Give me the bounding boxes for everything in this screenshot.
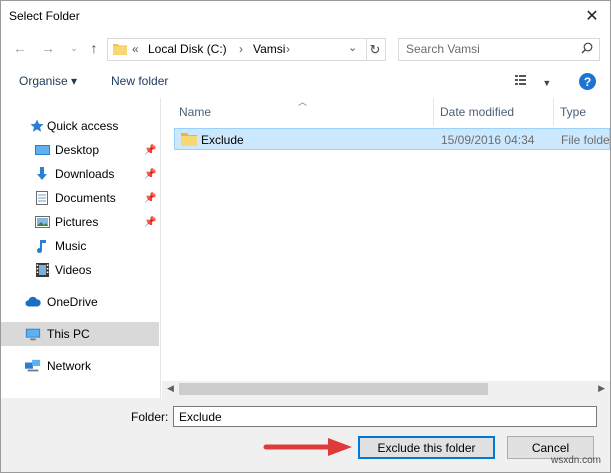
forward-button[interactable]: →: [39, 38, 57, 58]
nav-label: This PC: [47, 327, 90, 341]
nav-label: Downloads: [55, 167, 115, 181]
up-button[interactable]: ↑: [85, 38, 103, 58]
folder-icon: [113, 43, 127, 58]
watermark: wsxdn.com: [551, 455, 602, 466]
back-arrow-icon: ←: [13, 40, 27, 56]
close-button[interactable]: ✕: [574, 1, 610, 31]
sort-ascending-icon: ︿: [298, 97, 308, 107]
select-folder-dialog: Select Folder ✕ ← → ⌄ ↑ « Local Disk (C:…: [0, 0, 611, 473]
breadcrumb-local-disk[interactable]: Local Disk (C:): [148, 42, 227, 56]
file-date: 15/09/2016 04:34: [441, 133, 535, 147]
folder-label: Folder:: [131, 410, 169, 424]
pin-icon[interactable]: 📌: [144, 145, 156, 156]
nav-item-documents[interactable]: Documents 📌: [1, 187, 159, 209]
command-bar: Organise ▾ New folder ▼ ?: [1, 66, 610, 98]
recent-locations-button[interactable]: ⌄: [65, 38, 83, 58]
breadcrumb-separator: ›: [286, 42, 290, 56]
file-row[interactable]: Exclude 15/09/2016 04:34 File folder: [174, 128, 610, 150]
scroll-right-icon[interactable]: ▶: [598, 383, 605, 394]
nav-label: Network: [47, 359, 92, 373]
window-title: Select Folder: [9, 9, 80, 23]
organise-menu[interactable]: Organise ▾: [19, 74, 77, 88]
red-arrow-annotation: [263, 438, 352, 456]
desktop-icon: [34, 142, 50, 158]
pictures-icon: [34, 214, 50, 230]
column-header-date[interactable]: Date modified: [440, 98, 514, 126]
address-overflow[interactable]: «: [132, 42, 139, 56]
refresh-button[interactable]: ↻: [365, 38, 386, 61]
film-icon: [34, 262, 50, 278]
view-details-icon: [515, 75, 534, 89]
download-arrow-icon: [34, 166, 50, 182]
document-icon: [34, 190, 50, 206]
pane-divider[interactable]: [160, 98, 161, 398]
nav-item-onedrive[interactable]: OneDrive: [1, 291, 159, 313]
scrollbar-thumb[interactable]: [179, 383, 488, 395]
music-note-icon: [34, 238, 50, 254]
nav-label: OneDrive: [47, 295, 98, 309]
search-box[interactable]: Search Vamsi: [398, 38, 600, 61]
new-folder-button[interactable]: New folder: [111, 74, 168, 88]
nav-item-desktop[interactable]: Desktop 📌: [1, 139, 159, 161]
title-bar: Select Folder ✕: [1, 1, 610, 32]
address-dropdown-icon[interactable]: ⌄: [348, 41, 357, 54]
nav-label: Desktop: [55, 143, 100, 157]
nav-item-quick-access[interactable]: Quick access: [1, 115, 159, 137]
pin-icon[interactable]: 📌: [144, 217, 156, 228]
navigation-pane: Quick access Desktop 📌 Downloads 📌 Docum…: [1, 98, 159, 398]
close-icon: ✕: [585, 8, 599, 25]
scroll-left-icon[interactable]: ◀: [167, 383, 174, 394]
pin-icon[interactable]: 📌: [144, 169, 156, 180]
up-arrow-icon: ↑: [90, 40, 98, 56]
nav-label: Quick access: [47, 119, 119, 133]
forward-arrow-icon: →: [41, 40, 55, 56]
nav-item-network[interactable]: Network: [1, 355, 159, 377]
folder-name-input[interactable]: [173, 406, 597, 427]
file-list: ︿ Name Date modified Type Exclude 15/09/…: [162, 97, 610, 398]
file-name: Exclude: [201, 133, 244, 147]
help-button[interactable]: ?: [579, 73, 596, 90]
column-header-type[interactable]: Type: [560, 98, 586, 126]
network-icon: [25, 358, 41, 374]
nav-item-videos[interactable]: Videos: [1, 259, 159, 281]
help-icon: ?: [583, 74, 592, 89]
view-options-button[interactable]: ▼: [515, 74, 551, 89]
cloud-icon: [25, 294, 41, 310]
column-separator[interactable]: [553, 98, 554, 126]
chevron-down-icon: ▼: [542, 78, 552, 88]
horizontal-scrollbar[interactable]: ◀ ▶: [162, 381, 610, 398]
nav-item-pictures[interactable]: Pictures 📌: [1, 211, 159, 233]
column-header-name[interactable]: Name: [179, 98, 211, 126]
breadcrumb-separator: ›: [239, 42, 243, 56]
breadcrumb-vamsi[interactable]: Vamsi: [253, 42, 285, 56]
refresh-icon: ↻: [369, 41, 381, 57]
nav-item-this-pc[interactable]: This PC: [1, 322, 159, 346]
folder-icon: [181, 132, 197, 149]
star-icon: [29, 118, 45, 134]
nav-item-music[interactable]: Music: [1, 235, 159, 257]
address-bar[interactable]: « Local Disk (C:) › Vamsi › ⌄: [107, 38, 367, 61]
dialog-footer: Folder: Exclude this folder Cancel: [1, 398, 610, 472]
nav-label: Pictures: [55, 215, 99, 229]
nav-item-downloads[interactable]: Downloads 📌: [1, 163, 159, 185]
nav-label: Documents: [55, 191, 116, 205]
pin-icon[interactable]: 📌: [144, 193, 156, 204]
nav-label: Videos: [55, 263, 92, 277]
exclude-this-folder-button[interactable]: Exclude this folder: [358, 436, 495, 459]
computer-icon: [25, 326, 41, 342]
back-button[interactable]: ←: [11, 38, 29, 58]
file-type: File folder: [561, 133, 611, 147]
search-placeholder: Search Vamsi: [406, 42, 480, 56]
column-separator[interactable]: [433, 98, 434, 126]
search-icon: [581, 42, 593, 57]
chevron-down-icon: ⌄: [70, 42, 78, 53]
nav-label: Music: [55, 239, 87, 253]
